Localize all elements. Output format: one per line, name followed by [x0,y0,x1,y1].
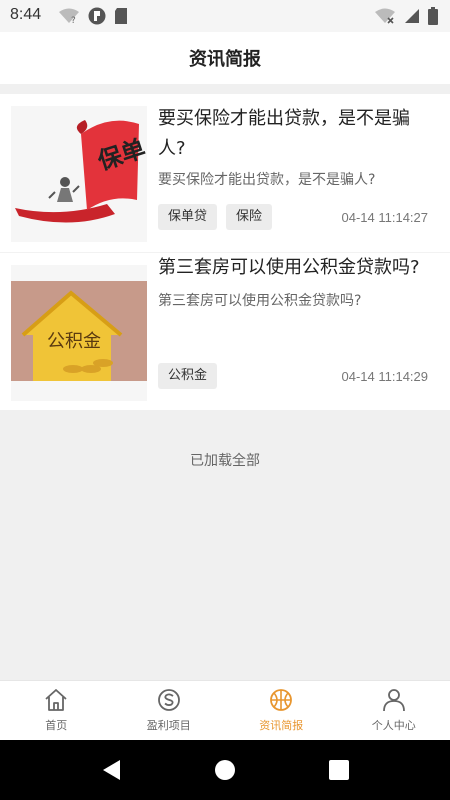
tab-label: 资讯简报 [259,719,304,732]
news-timestamp: 04-14 11:14:29 [341,369,429,384]
back-icon[interactable] [100,758,124,782]
svg-text:公积金: 公积金 [47,331,101,352]
app-notification-icon [88,7,106,29]
wifi-off-icon [374,8,396,28]
news-thumbnail-housing-fund: 公积金 [11,265,147,401]
recents-icon[interactable] [327,758,351,782]
home-icon [43,687,69,713]
status-time: 8:44 [10,6,42,23]
news-tag[interactable]: 保单贷 [158,204,218,230]
wifi-question-icon: ? [58,8,80,28]
tab-profit-projects[interactable]: 盈利项目 [113,681,226,740]
signal-icon [404,8,420,28]
news-tag[interactable]: 保险 [226,204,273,230]
news-timestamp: 04-14 11:14:27 [341,210,429,225]
news-tag[interactable]: 公积金 [158,363,218,389]
battery-icon [428,7,438,29]
tab-personal-center[interactable]: 个人中心 [338,681,450,740]
status-bar: 8:44 ? [0,0,450,32]
svg-text:?: ? [71,16,76,24]
news-list: 保单 要买保险才能出贷款，是不是骗人? 要买保险才能出贷款，是不是骗人? 保单贷… [0,94,450,410]
load-all-text: 已加载全部 [190,453,260,469]
bottom-tabbar: 首页 盈利项目 资讯简报 个人中心 [0,680,450,740]
sd-card-icon [114,7,128,29]
tab-label: 首页 [45,719,68,732]
tab-home[interactable]: 首页 [0,681,113,740]
skype-icon [156,687,182,713]
tab-label: 盈利项目 [146,719,191,732]
person-icon [381,687,407,713]
home-circle-icon[interactable] [213,758,237,782]
page-title: 资讯简报 [189,49,261,70]
news-thumbnail-insurance: 保单 [11,106,147,242]
system-nav-bar [0,740,450,800]
news-title[interactable]: 要买保险才能出贷款，是不是骗人? [158,104,428,164]
news-item[interactable]: 公积金 第三套房可以使用公积金贷款吗? 第三套房可以使用公积金贷款吗? 公积金 … [0,252,450,410]
news-summary: 第三套房可以使用公积金贷款吗? [158,293,362,309]
app-header: 资讯简报 [0,32,450,84]
basketball-icon [268,687,294,713]
news-item[interactable]: 保单 要买保险才能出贷款，是不是骗人? 要买保险才能出贷款，是不是骗人? 保单贷… [0,94,450,252]
tab-news-briefing[interactable]: 资讯简报 [225,681,338,740]
news-summary: 要买保险才能出贷款，是不是骗人? [158,172,376,188]
news-title[interactable]: 第三套房可以使用公积金贷款吗? [158,253,428,283]
tab-label: 个人中心 [371,719,416,732]
